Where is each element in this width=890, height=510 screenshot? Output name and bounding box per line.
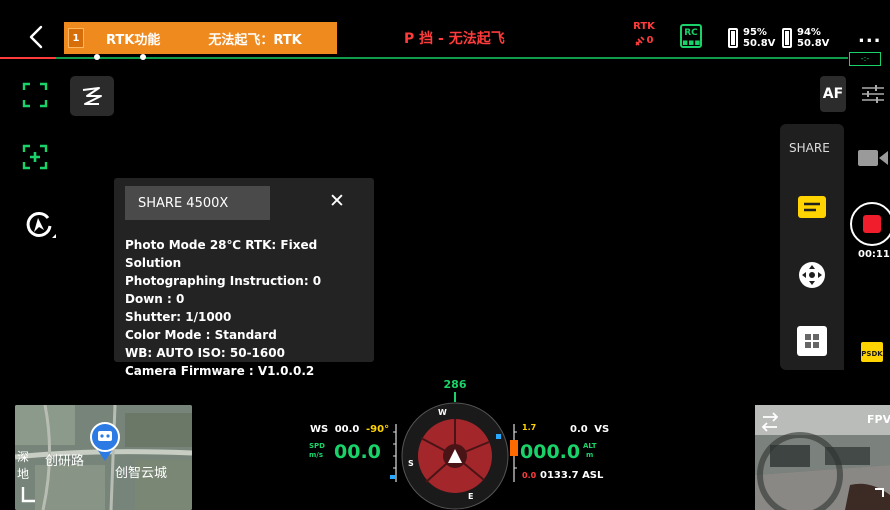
record-button[interactable] <box>850 202 890 246</box>
info-line: Photo Mode 28℃ RTK: Fixed Solution <box>125 238 318 270</box>
mini-map[interactable]: 创研路 创智云城 深 地 <box>15 405 192 510</box>
rc-signal-indicator[interactable]: RC ▪▪▪ <box>680 24 702 48</box>
signal-dots-icon: ▪▪▪ <box>682 38 701 48</box>
battery-2-percent: 94% <box>797 27 821 38</box>
warning-message-secondary: 无法起飞：RTK <box>208 32 302 48</box>
fpv-canvas: FPV <box>755 405 890 510</box>
video-camera-icon[interactable] <box>858 148 888 168</box>
battery-1-percent: 95% <box>743 27 767 38</box>
progress-track <box>0 57 848 59</box>
info-line: Shutter: 1/1000 <box>125 310 232 324</box>
payload-title: SHARE <box>789 141 830 155</box>
battery-2[interactable]: 94% 50.8V <box>782 24 829 52</box>
psdk-icon: PSDK <box>861 342 883 362</box>
satellite-icon <box>634 36 645 46</box>
battery-icon <box>782 28 792 48</box>
vs-value: 0.0 <box>570 424 588 435</box>
map-canvas: 创研路 创智云城 深 地 <box>15 405 192 510</box>
heading-value: 286 <box>444 378 467 391</box>
info-toggle-button[interactable] <box>780 196 844 218</box>
camera-info-panel: SHARE 4500X ✕ Photo Mode 28℃ RTK: Fixed … <box>114 178 374 378</box>
battery-1-voltage: 50.8V <box>743 38 776 49</box>
alt-label: ALT <box>583 442 597 450</box>
alt-scale-bottom: 0.0 <box>522 471 537 480</box>
rtk-status[interactable]: RTK 0 <box>632 20 656 48</box>
track-end-marker[interactable]: -:- <box>849 52 881 66</box>
fpv-label: FPV <box>867 413 890 426</box>
gimbal-control-button[interactable] <box>780 260 844 290</box>
info-line: WB: AUTO ISO: 50-1600 <box>125 346 285 360</box>
camera-model-title: SHARE 4500X <box>125 186 270 220</box>
warning-message: RTK功能 <box>106 32 161 48</box>
battery-1[interactable]: 95% 50.8V <box>728 24 775 52</box>
gear-alert-text: P 挡 - 无法起飞 <box>404 31 505 47</box>
camera-info-lines: Photo Mode 28℃ RTK: Fixed Solution Photo… <box>125 236 374 380</box>
record-time: 00:11 <box>858 249 890 260</box>
gimbal-joystick-icon <box>799 262 825 288</box>
warning-banner[interactable]: 1 RTK功能 无法起飞：RTK <box>64 22 337 54</box>
grid-menu-button[interactable] <box>780 326 844 356</box>
compass-mark: S <box>408 459 414 468</box>
more-menu-button[interactable]: ... <box>858 26 882 47</box>
rtk-satellite-count: 0 <box>646 35 654 46</box>
top-status-bar: 1 RTK功能 无法起飞：RTK P 挡 - 无法起飞 RTK 0 RC ▪▪▪… <box>0 14 890 62</box>
map-label: 地 <box>17 467 29 481</box>
psdk-label: PSDK <box>861 350 883 358</box>
back-arrow-icon[interactable] <box>24 24 50 50</box>
psdk-button[interactable]: PSDK <box>860 340 884 364</box>
info-line: Down : 0 <box>125 292 185 306</box>
map-label: 创研路 <box>45 453 84 469</box>
flight-hud: WS 00.0 -90° SPD m/s 00.0 286 W S E 1.7 … <box>309 378 609 510</box>
horizontal-speed: 00.0 <box>334 441 381 463</box>
svg-text:0.0 VS: 0.0 VS <box>570 424 609 435</box>
rtk-label: RTK <box>633 21 655 32</box>
frame-select-icon[interactable] <box>22 82 48 108</box>
compass-mark: E <box>468 492 473 501</box>
asl-altitude: 0133.7 ASL <box>540 470 604 481</box>
altitude-value: 000.0 <box>520 441 580 463</box>
track-marker <box>94 54 100 60</box>
af-button[interactable]: AF <box>820 76 846 112</box>
battery-2-voltage: 50.8V <box>797 38 830 49</box>
track-marker <box>140 54 146 60</box>
ai-mode-icon[interactable] <box>22 208 56 242</box>
grid-icon <box>797 326 827 356</box>
gimbal-pitch: -90° <box>366 424 389 435</box>
fpv-preview[interactable]: FPV <box>755 405 890 510</box>
record-stop-icon <box>863 215 881 233</box>
rc-label: RC <box>684 28 698 38</box>
camera-settings-icon[interactable] <box>862 84 884 104</box>
ws-label: WS <box>310 424 328 435</box>
map-label: 深 <box>17 450 29 464</box>
warning-count-badge: 1 <box>68 28 84 48</box>
smart-track-icon <box>82 87 102 105</box>
svg-text:WS 00.0: WS 00.0 <box>310 424 359 435</box>
info-line: Color Mode : Standard <box>125 328 277 342</box>
speed-scale <box>390 424 397 482</box>
spotlight-center-icon[interactable] <box>22 144 48 170</box>
alt-scale-top: 1.7 <box>522 423 536 432</box>
ws-value: 00.0 <box>335 424 360 435</box>
battery-icon <box>728 28 738 48</box>
map-label: 创智云城 <box>115 466 167 481</box>
smart-track-button[interactable] <box>70 76 114 116</box>
compass-mark: W <box>438 408 447 417</box>
vs-label: VS <box>594 424 609 435</box>
close-icon[interactable]: ✕ <box>329 190 345 212</box>
spd-label: SPD <box>309 442 325 450</box>
progress-track-alert <box>0 57 56 59</box>
info-line: Photographing Instruction: 0 <box>125 274 322 288</box>
info-card-icon <box>798 196 826 218</box>
compass-attitude-indicator: W S E <box>401 392 509 510</box>
share-payload-panel: SHARE <box>780 124 844 370</box>
alt-unit: m <box>586 451 593 459</box>
spd-unit: m/s <box>309 451 323 459</box>
altitude-scale <box>510 424 518 482</box>
